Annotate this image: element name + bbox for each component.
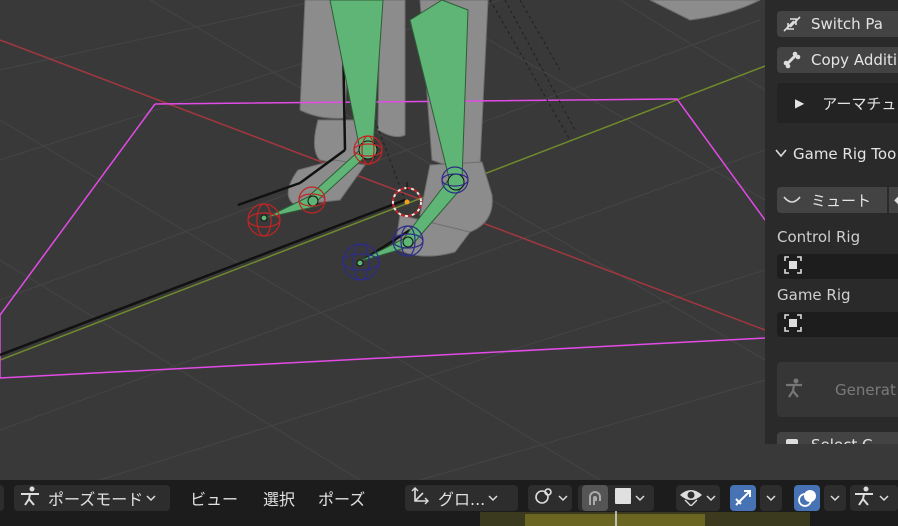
chevron-down-icon[interactable] [760,485,782,511]
3d-viewport[interactable] [0,0,898,481]
copy-label: Copy Additi [811,51,898,69]
chevron-down-icon [706,492,716,505]
menu-view[interactable]: ビュー [190,485,238,511]
snap-group [578,485,654,511]
generate-label: Generat [835,380,896,399]
switch-label: Switch Pa [811,15,883,33]
gizmo-group [730,485,782,511]
chevron-down-icon [558,492,568,505]
mute-row: ミュート ◆ [777,187,898,213]
overlay-toggle-icon[interactable] [794,485,820,511]
armature-object-icon [783,255,803,279]
game-rig-field[interactable] [777,312,898,337]
control-rig-label: Control Rig [777,228,861,246]
game-rig-label: Game Rig [777,286,851,304]
control-rig-field[interactable] [777,254,898,279]
section-header[interactable]: Game Rig Too [775,145,896,163]
switch-icon [779,15,805,33]
chevron-down-icon [879,492,889,505]
pose-mode-icon [852,485,876,511]
armature-object-icon [783,313,803,337]
visibility-dropdown[interactable] [676,485,720,511]
select-label: Select C [811,436,873,444]
bone-visibility-dropdown[interactable] [850,485,898,511]
chevron-down-icon [488,492,498,505]
snap-magnet-icon[interactable] [582,485,608,511]
chevron-down-icon [635,492,645,505]
viewport-scene [0,0,766,481]
armature-label: アーマチュ [822,94,897,113]
pivot-icon [533,486,555,510]
gizmo-toggle-icon[interactable] [730,485,756,511]
keyframe-diamond-icon[interactable]: ◆ [889,187,898,213]
chevron-down-icon [775,146,787,162]
chevron-down-icon[interactable] [824,485,846,511]
mode-dropdown[interactable]: ポーズモード [14,485,170,511]
copy-button[interactable]: Copy Additi [777,47,898,73]
select-icon [779,437,805,444]
select-button[interactable]: Select C [777,432,898,444]
3d-cursor [392,182,422,217]
expand-triangle-icon: ▶ [795,96,805,110]
editor-type-button[interactable] [0,485,4,511]
sidebar-panel[interactable]: Switch Pa Copy Additi ▶ アーマチュ Game Rig T… [765,0,898,444]
mute-button[interactable]: ミュート [777,187,887,213]
snap-target-icon[interactable] [614,487,632,509]
generate-button[interactable]: Generat [777,362,898,417]
chevron-down-icon [146,492,156,505]
overlay-group [794,485,848,511]
switch-button[interactable]: Switch Pa [777,11,898,37]
section-title: Game Rig Too [793,145,897,163]
orientation-icon [410,486,430,510]
orientation-label: グロ... [438,490,486,509]
pose-mode-icon [18,485,42,511]
menu-select[interactable]: 選択 [263,485,295,511]
person-icon [783,377,805,403]
bone-icon [779,51,805,69]
camera-frame [0,98,766,379]
eye-icon [679,486,703,510]
mute-label: ミュート [811,191,872,210]
mode-label: ポーズモード [48,490,144,509]
menu-pose[interactable]: ポーズ [318,485,365,511]
transform-orientation-dropdown[interactable]: グロ... [405,485,518,511]
armature-subpanel[interactable]: ▶ アーマチュ [777,83,898,123]
mute-icon [783,191,801,209]
pivot-point-dropdown[interactable] [528,485,572,511]
